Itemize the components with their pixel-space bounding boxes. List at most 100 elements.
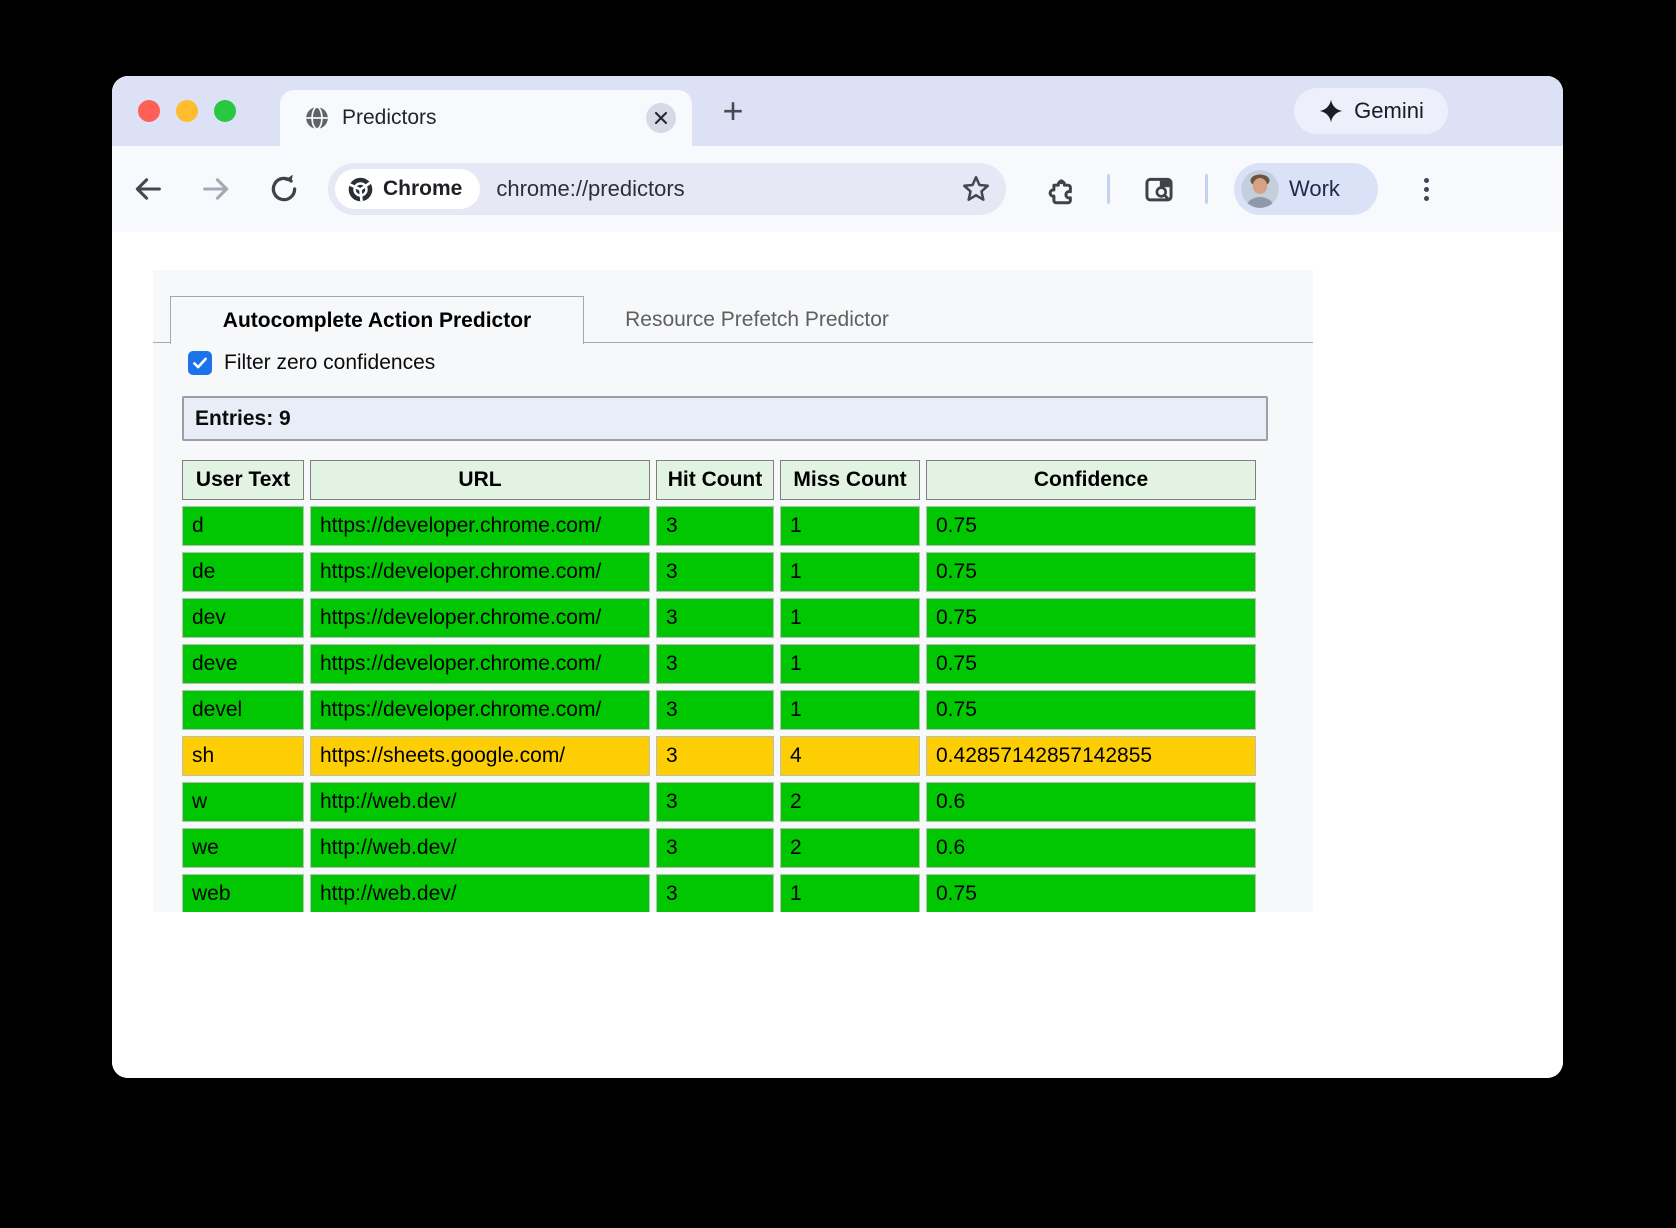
- cell-hit: 3: [656, 690, 774, 730]
- globe-favicon-icon: [304, 105, 330, 131]
- cell-url: https://developer.chrome.com/: [310, 598, 650, 638]
- side-panel-search-icon[interactable]: [1142, 173, 1176, 207]
- column-header-hit-count[interactable]: Hit Count: [656, 460, 774, 500]
- browser-menu-button[interactable]: [1408, 171, 1444, 207]
- cell-hit: 3: [656, 506, 774, 546]
- toolbar: Chrome chrome://predictors: [112, 146, 1563, 232]
- window-close-button[interactable]: [138, 100, 160, 122]
- back-icon: [131, 172, 165, 206]
- browser-tab-predictors[interactable]: Predictors: [280, 90, 692, 146]
- cell-url: http://web.dev/: [310, 874, 650, 912]
- cell-confidence: 0.75: [926, 598, 1256, 638]
- column-header-confidence[interactable]: Confidence: [926, 460, 1256, 500]
- tab-title: Predictors: [342, 106, 437, 130]
- window-controls: [138, 100, 236, 122]
- profile-name: Work: [1289, 176, 1340, 202]
- cell-miss: 1: [780, 644, 920, 684]
- forward-button[interactable]: [194, 167, 238, 211]
- cell-miss: 1: [780, 874, 920, 912]
- cell-user-text: w: [182, 782, 304, 822]
- table-row: dhttps://developer.chrome.com/310.75: [182, 506, 1256, 546]
- cell-confidence: 0.75: [926, 874, 1256, 912]
- column-header-miss-count[interactable]: Miss Count: [780, 460, 920, 500]
- reload-icon: [267, 172, 301, 206]
- cell-confidence: 0.75: [926, 506, 1256, 546]
- cell-hit: 3: [656, 644, 774, 684]
- filter-checkbox-label: Filter zero confidences: [224, 351, 435, 375]
- cell-miss: 1: [780, 598, 920, 638]
- predictors-page: Autocomplete Action Predictor Resource P…: [153, 270, 1313, 912]
- table-row: shhttps://sheets.google.com/340.42857142…: [182, 736, 1256, 776]
- table-row: devhttps://developer.chrome.com/310.75: [182, 598, 1256, 638]
- table-row: webhttp://web.dev/310.75: [182, 874, 1256, 912]
- table-row: devehttps://developer.chrome.com/310.75: [182, 644, 1256, 684]
- tab-close-button[interactable]: [646, 103, 676, 133]
- forward-icon: [199, 172, 233, 206]
- chrome-chip-label: Chrome: [383, 177, 462, 201]
- window-zoom-button[interactable]: [214, 100, 236, 122]
- cell-url: https://developer.chrome.com/: [310, 552, 650, 592]
- avatar: [1241, 170, 1279, 208]
- url-text[interactable]: chrome://predictors: [496, 176, 684, 202]
- cell-confidence: 0.75: [926, 690, 1256, 730]
- back-button[interactable]: [126, 167, 170, 211]
- table-row: dehttps://developer.chrome.com/310.75: [182, 552, 1256, 592]
- gemini-button[interactable]: Gemini: [1294, 88, 1448, 134]
- cell-user-text: dev: [182, 598, 304, 638]
- column-header-url[interactable]: URL: [310, 460, 650, 500]
- reload-button[interactable]: [262, 167, 306, 211]
- filter-zero-confidences-checkbox[interactable]: [188, 351, 212, 375]
- cell-url: http://web.dev/: [310, 828, 650, 868]
- table-row: develhttps://developer.chrome.com/310.75: [182, 690, 1256, 730]
- cell-hit: 3: [656, 552, 774, 592]
- table-header-row: User Text URL Hit Count Miss Count Confi…: [182, 460, 1256, 500]
- tab-autocomplete-action-predictor[interactable]: Autocomplete Action Predictor: [170, 296, 584, 344]
- checkmark-icon: [191, 354, 209, 372]
- toolbar-divider: [1107, 174, 1110, 204]
- table-row: wehttp://web.dev/320.6: [182, 828, 1256, 868]
- cell-user-text: deve: [182, 644, 304, 684]
- cell-url: https://developer.chrome.com/: [310, 644, 650, 684]
- address-bar[interactable]: Chrome chrome://predictors: [328, 163, 1006, 215]
- cell-hit: 3: [656, 598, 774, 638]
- cell-confidence: 0.42857142857142855: [926, 736, 1256, 776]
- cell-hit: 3: [656, 828, 774, 868]
- cell-user-text: web: [182, 874, 304, 912]
- chrome-logo-icon: [347, 176, 374, 203]
- cell-user-text: d: [182, 506, 304, 546]
- cell-url: http://web.dev/: [310, 782, 650, 822]
- column-header-user-text[interactable]: User Text: [182, 460, 304, 500]
- cell-url: https://developer.chrome.com/: [310, 690, 650, 730]
- cell-miss: 4: [780, 736, 920, 776]
- table-row: whttp://web.dev/320.6: [182, 782, 1256, 822]
- profile-button[interactable]: Work: [1234, 163, 1378, 215]
- filter-row: Filter zero confidences: [188, 351, 435, 375]
- cell-hit: 3: [656, 782, 774, 822]
- entries-summary-bar: Entries: 9: [182, 396, 1268, 441]
- tab-resource-prefetch-predictor[interactable]: Resource Prefetch Predictor: [584, 296, 930, 343]
- cell-user-text: devel: [182, 690, 304, 730]
- cell-url: https://developer.chrome.com/: [310, 506, 650, 546]
- toolbar-divider: [1205, 174, 1208, 204]
- close-icon: [653, 110, 669, 126]
- new-tab-button[interactable]: +: [708, 86, 758, 136]
- cell-user-text: sh: [182, 736, 304, 776]
- cell-hit: 3: [656, 874, 774, 912]
- cell-confidence: 0.75: [926, 644, 1256, 684]
- cell-miss: 2: [780, 782, 920, 822]
- cell-confidence: 0.75: [926, 552, 1256, 592]
- chrome-site-chip[interactable]: Chrome: [335, 169, 480, 209]
- cell-miss: 1: [780, 690, 920, 730]
- gemini-sparkle-icon: [1318, 98, 1344, 124]
- extensions-icon[interactable]: [1044, 173, 1078, 207]
- browser-window: Predictors + Gemini: [112, 76, 1563, 1078]
- predictors-table: User Text URL Hit Count Miss Count Confi…: [176, 454, 1262, 912]
- bookmark-star-icon[interactable]: [960, 173, 992, 205]
- cell-hit: 3: [656, 736, 774, 776]
- window-minimize-button[interactable]: [176, 100, 198, 122]
- cell-miss: 2: [780, 828, 920, 868]
- page-content: Autocomplete Action Predictor Resource P…: [112, 232, 1563, 1078]
- cell-miss: 1: [780, 552, 920, 592]
- cell-user-text: de: [182, 552, 304, 592]
- cell-confidence: 0.6: [926, 782, 1256, 822]
